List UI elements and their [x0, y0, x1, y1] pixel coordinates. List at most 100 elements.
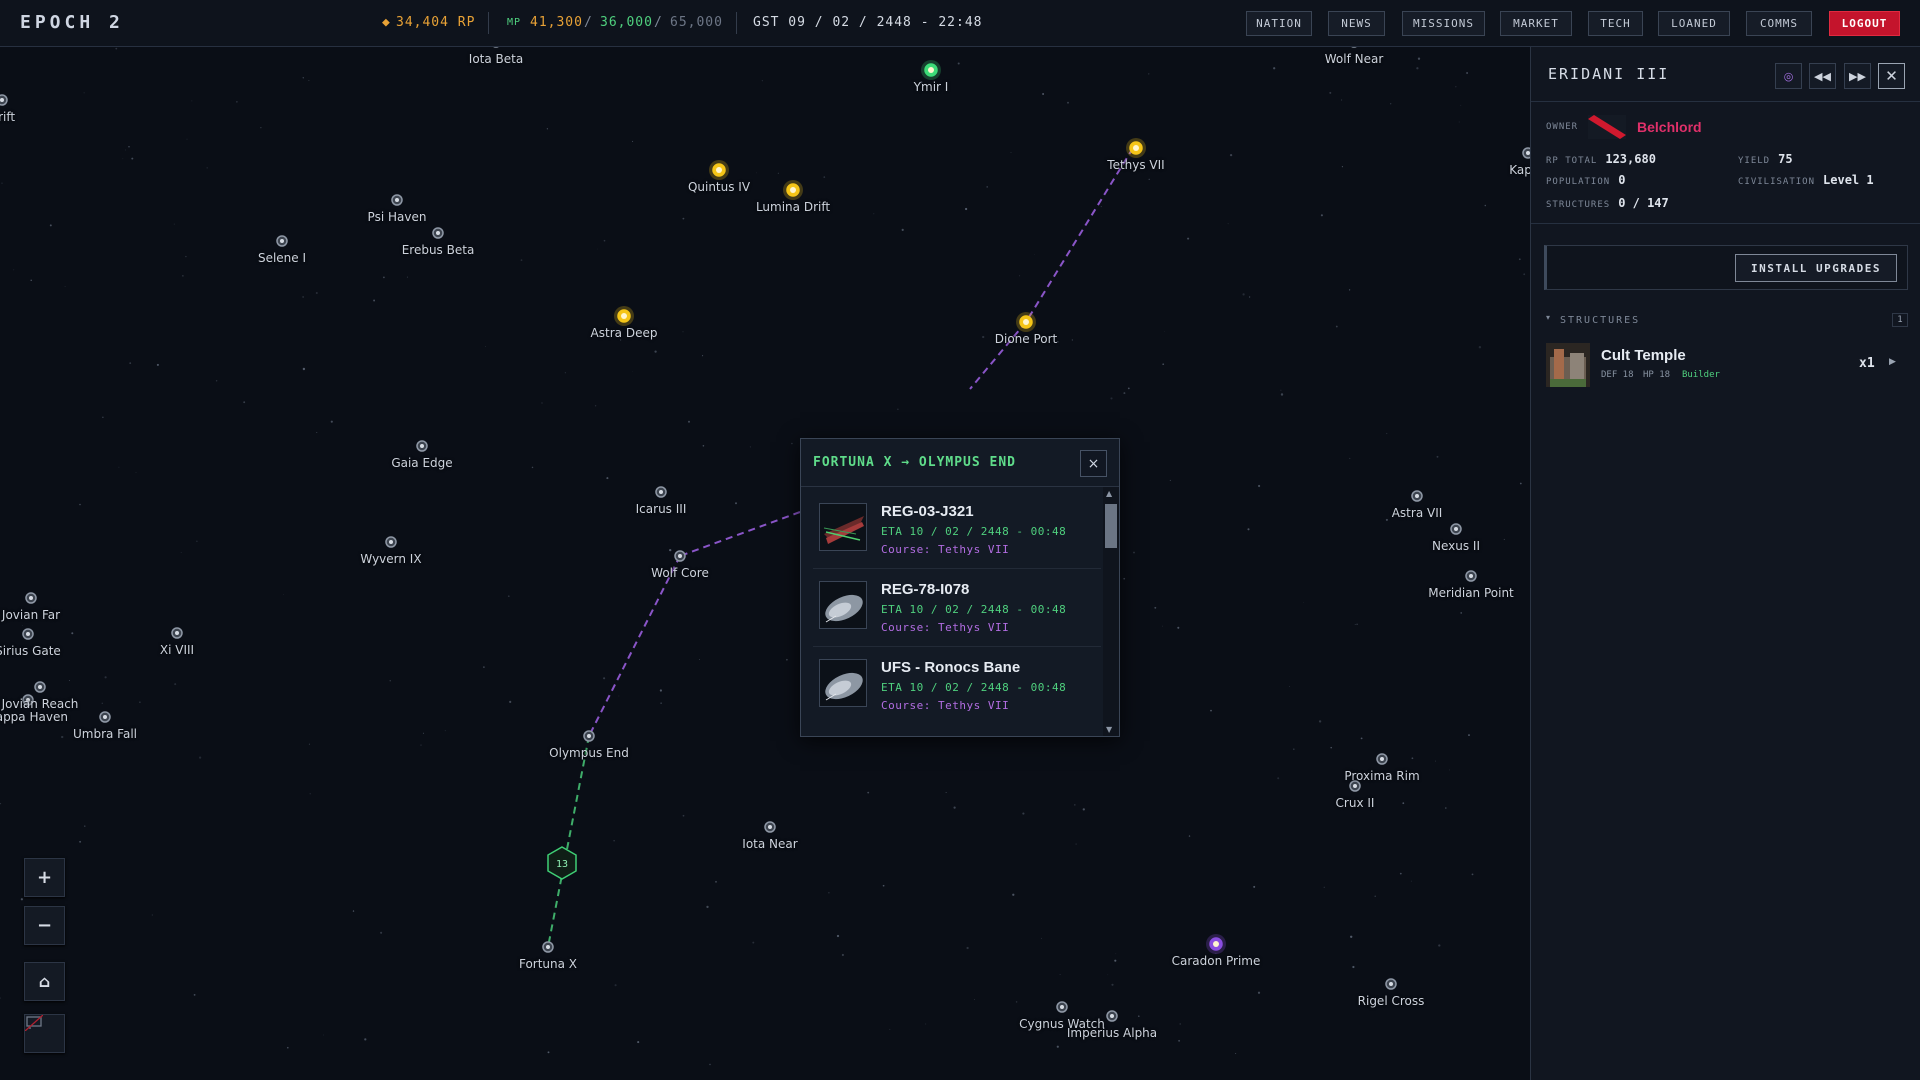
- nav-comms-button[interactable]: COMMS: [1746, 11, 1812, 36]
- popup-close-button[interactable]: ×: [1080, 450, 1107, 477]
- install-upgrades-button[interactable]: INSTALL UPGRADES: [1735, 254, 1897, 282]
- system-label[interactable]: Gaia Edge: [391, 456, 452, 470]
- structure-item[interactable]: Cult Temple DEF 18 HP 18 Builder x1 ▶: [1546, 341, 1908, 397]
- nav-loaned-button[interactable]: LOANED: [1658, 11, 1730, 36]
- star-system-node[interactable]: [709, 160, 729, 180]
- star-system-node[interactable]: [1376, 753, 1388, 765]
- star-system-node[interactable]: [276, 235, 288, 247]
- structures-section-header[interactable]: ▾ STRUCTURES 1: [1546, 313, 1908, 329]
- system-label[interactable]: Astra VII: [1392, 506, 1443, 520]
- structures-stat: STRUCTURES 0 / 147: [1546, 196, 1669, 210]
- owner-name[interactable]: Belchlord: [1637, 119, 1702, 135]
- system-label[interactable]: Tethys VII: [1107, 158, 1164, 172]
- system-label[interactable]: Erebus Beta: [402, 243, 475, 257]
- system-label[interactable]: Jovian Far: [2, 608, 60, 622]
- popup-scrollbar[interactable]: ▲ ▼: [1103, 487, 1119, 736]
- scroll-up-icon[interactable]: ▲: [1106, 489, 1112, 498]
- system-label[interactable]: Wolf Near: [1325, 52, 1384, 66]
- logout-button[interactable]: LOGOUT: [1829, 11, 1900, 36]
- star-system-node[interactable]: [99, 711, 111, 723]
- system-label[interactable]: Kappa: [1509, 163, 1530, 177]
- previous-icon[interactable]: ◀◀: [1809, 63, 1836, 89]
- star-system-node[interactable]: [34, 681, 46, 693]
- nav-nation-button[interactable]: NATION: [1246, 11, 1312, 36]
- star-system-node[interactable]: [1206, 934, 1226, 954]
- system-label[interactable]: Quintus IV: [688, 180, 750, 194]
- chat-toggle-button[interactable]: [24, 1014, 65, 1053]
- star-system-node[interactable]: [1106, 1010, 1118, 1022]
- star-system-node[interactable]: [25, 592, 37, 604]
- galaxy-map[interactable]: 13 Iota Beta Ymir I Wolf Near Drift Quintus …: [0, 47, 1530, 1080]
- star-system-node[interactable]: [22, 628, 34, 640]
- star-system-node[interactable]: [1016, 312, 1036, 332]
- star-system-node[interactable]: [391, 194, 403, 206]
- system-label[interactable]: Lumina Drift: [756, 200, 830, 214]
- star-system-node[interactable]: [385, 536, 397, 548]
- system-label[interactable]: Umbra Fall: [73, 727, 137, 741]
- fleet-hex-marker[interactable]: 13: [547, 846, 577, 880]
- next-icon[interactable]: ▶▶: [1844, 63, 1871, 89]
- system-label[interactable]: Icarus III: [636, 502, 687, 516]
- mp-separator: /: [584, 15, 593, 30]
- star-system-node[interactable]: [583, 730, 595, 742]
- star-system-node[interactable]: [1385, 978, 1397, 990]
- star-system-node[interactable]: [1465, 570, 1477, 582]
- system-label[interactable]: Caradon Prime: [1172, 954, 1261, 968]
- system-label[interactable]: Psi Haven: [368, 210, 427, 224]
- star-system-node[interactable]: [783, 180, 803, 200]
- zoom-out-button[interactable]: −: [24, 906, 65, 945]
- star-system-node[interactable]: [1522, 147, 1530, 159]
- nav-news-button[interactable]: NEWS: [1328, 11, 1385, 36]
- scroll-down-icon[interactable]: ▼: [1106, 725, 1112, 734]
- scroll-thumb[interactable]: [1105, 504, 1117, 548]
- star-system-node[interactable]: [432, 227, 444, 239]
- star-system-node[interactable]: [542, 941, 554, 953]
- system-label[interactable]: Crux II: [1336, 796, 1375, 810]
- mp-separator: /: [654, 15, 663, 30]
- star-system-node[interactable]: [655, 486, 667, 498]
- system-label[interactable]: Iota Near: [742, 837, 797, 851]
- system-label[interactable]: Xi VIII: [160, 643, 194, 657]
- system-label[interactable]: Wolf Core: [651, 566, 709, 580]
- star-system-node[interactable]: [764, 821, 776, 833]
- close-icon[interactable]: ✕: [1878, 63, 1905, 89]
- star-system-node[interactable]: [1126, 138, 1146, 158]
- zoom-in-button[interactable]: +: [24, 858, 65, 897]
- locate-icon[interactable]: ◎: [1775, 63, 1802, 89]
- star-system-node[interactable]: [416, 440, 428, 452]
- star-system-node[interactable]: [171, 627, 183, 639]
- system-label[interactable]: Kappa Haven: [0, 710, 68, 724]
- system-label[interactable]: Imperius Alpha: [1067, 1026, 1157, 1040]
- nav-market-button[interactable]: MARKET: [1500, 11, 1572, 36]
- system-label[interactable]: Fortuna X: [519, 957, 577, 971]
- star-system-node[interactable]: [921, 60, 941, 80]
- system-label[interactable]: Selene I: [258, 251, 306, 265]
- nav-missions-button[interactable]: MISSIONS: [1402, 11, 1485, 36]
- system-label[interactable]: Iota Beta: [469, 52, 523, 66]
- ship-list-item[interactable]: REG-78-I078 ETA 10 / 02 / 2448 - 00:48 C…: [813, 569, 1101, 647]
- nav-tech-button[interactable]: TECH: [1588, 11, 1643, 36]
- system-label[interactable]: Ymir I: [914, 80, 949, 94]
- system-label[interactable]: Rigel Cross: [1358, 994, 1425, 1008]
- star-system-node[interactable]: [0, 94, 8, 106]
- home-button[interactable]: ⌂: [24, 962, 65, 1001]
- system-label[interactable]: Drift: [0, 110, 15, 124]
- system-label[interactable]: Astra Deep: [591, 326, 658, 340]
- star-system-node[interactable]: [1450, 523, 1462, 535]
- star-system-node[interactable]: [614, 306, 634, 326]
- system-label[interactable]: Olympus End: [549, 746, 629, 760]
- system-label[interactable]: Wyvern IX: [360, 552, 421, 566]
- ship-list-item[interactable]: REG-03-J321 ETA 10 / 02 / 2448 - 00:48 C…: [813, 491, 1101, 569]
- star-system-node[interactable]: [674, 550, 686, 562]
- system-label[interactable]: Sirius Gate: [0, 644, 61, 658]
- system-label[interactable]: Nexus II: [1432, 539, 1480, 553]
- system-label[interactable]: Dione Port: [995, 332, 1058, 346]
- system-label[interactable]: Meridian Point: [1428, 586, 1514, 600]
- system-label[interactable]: Proxima Rim: [1344, 769, 1419, 783]
- collapse-chevron-icon[interactable]: ▾: [1546, 313, 1550, 322]
- expand-arrow-icon[interactable]: ▶: [1889, 357, 1896, 367]
- ship-list-item[interactable]: UFS - Ronocs Bane ETA 10 / 02 / 2448 - 0…: [813, 647, 1101, 725]
- star-system-node[interactable]: [1056, 1001, 1068, 1013]
- star-system-node[interactable]: [1411, 490, 1423, 502]
- system-label[interactable]: Jovian Reach: [2, 697, 79, 711]
